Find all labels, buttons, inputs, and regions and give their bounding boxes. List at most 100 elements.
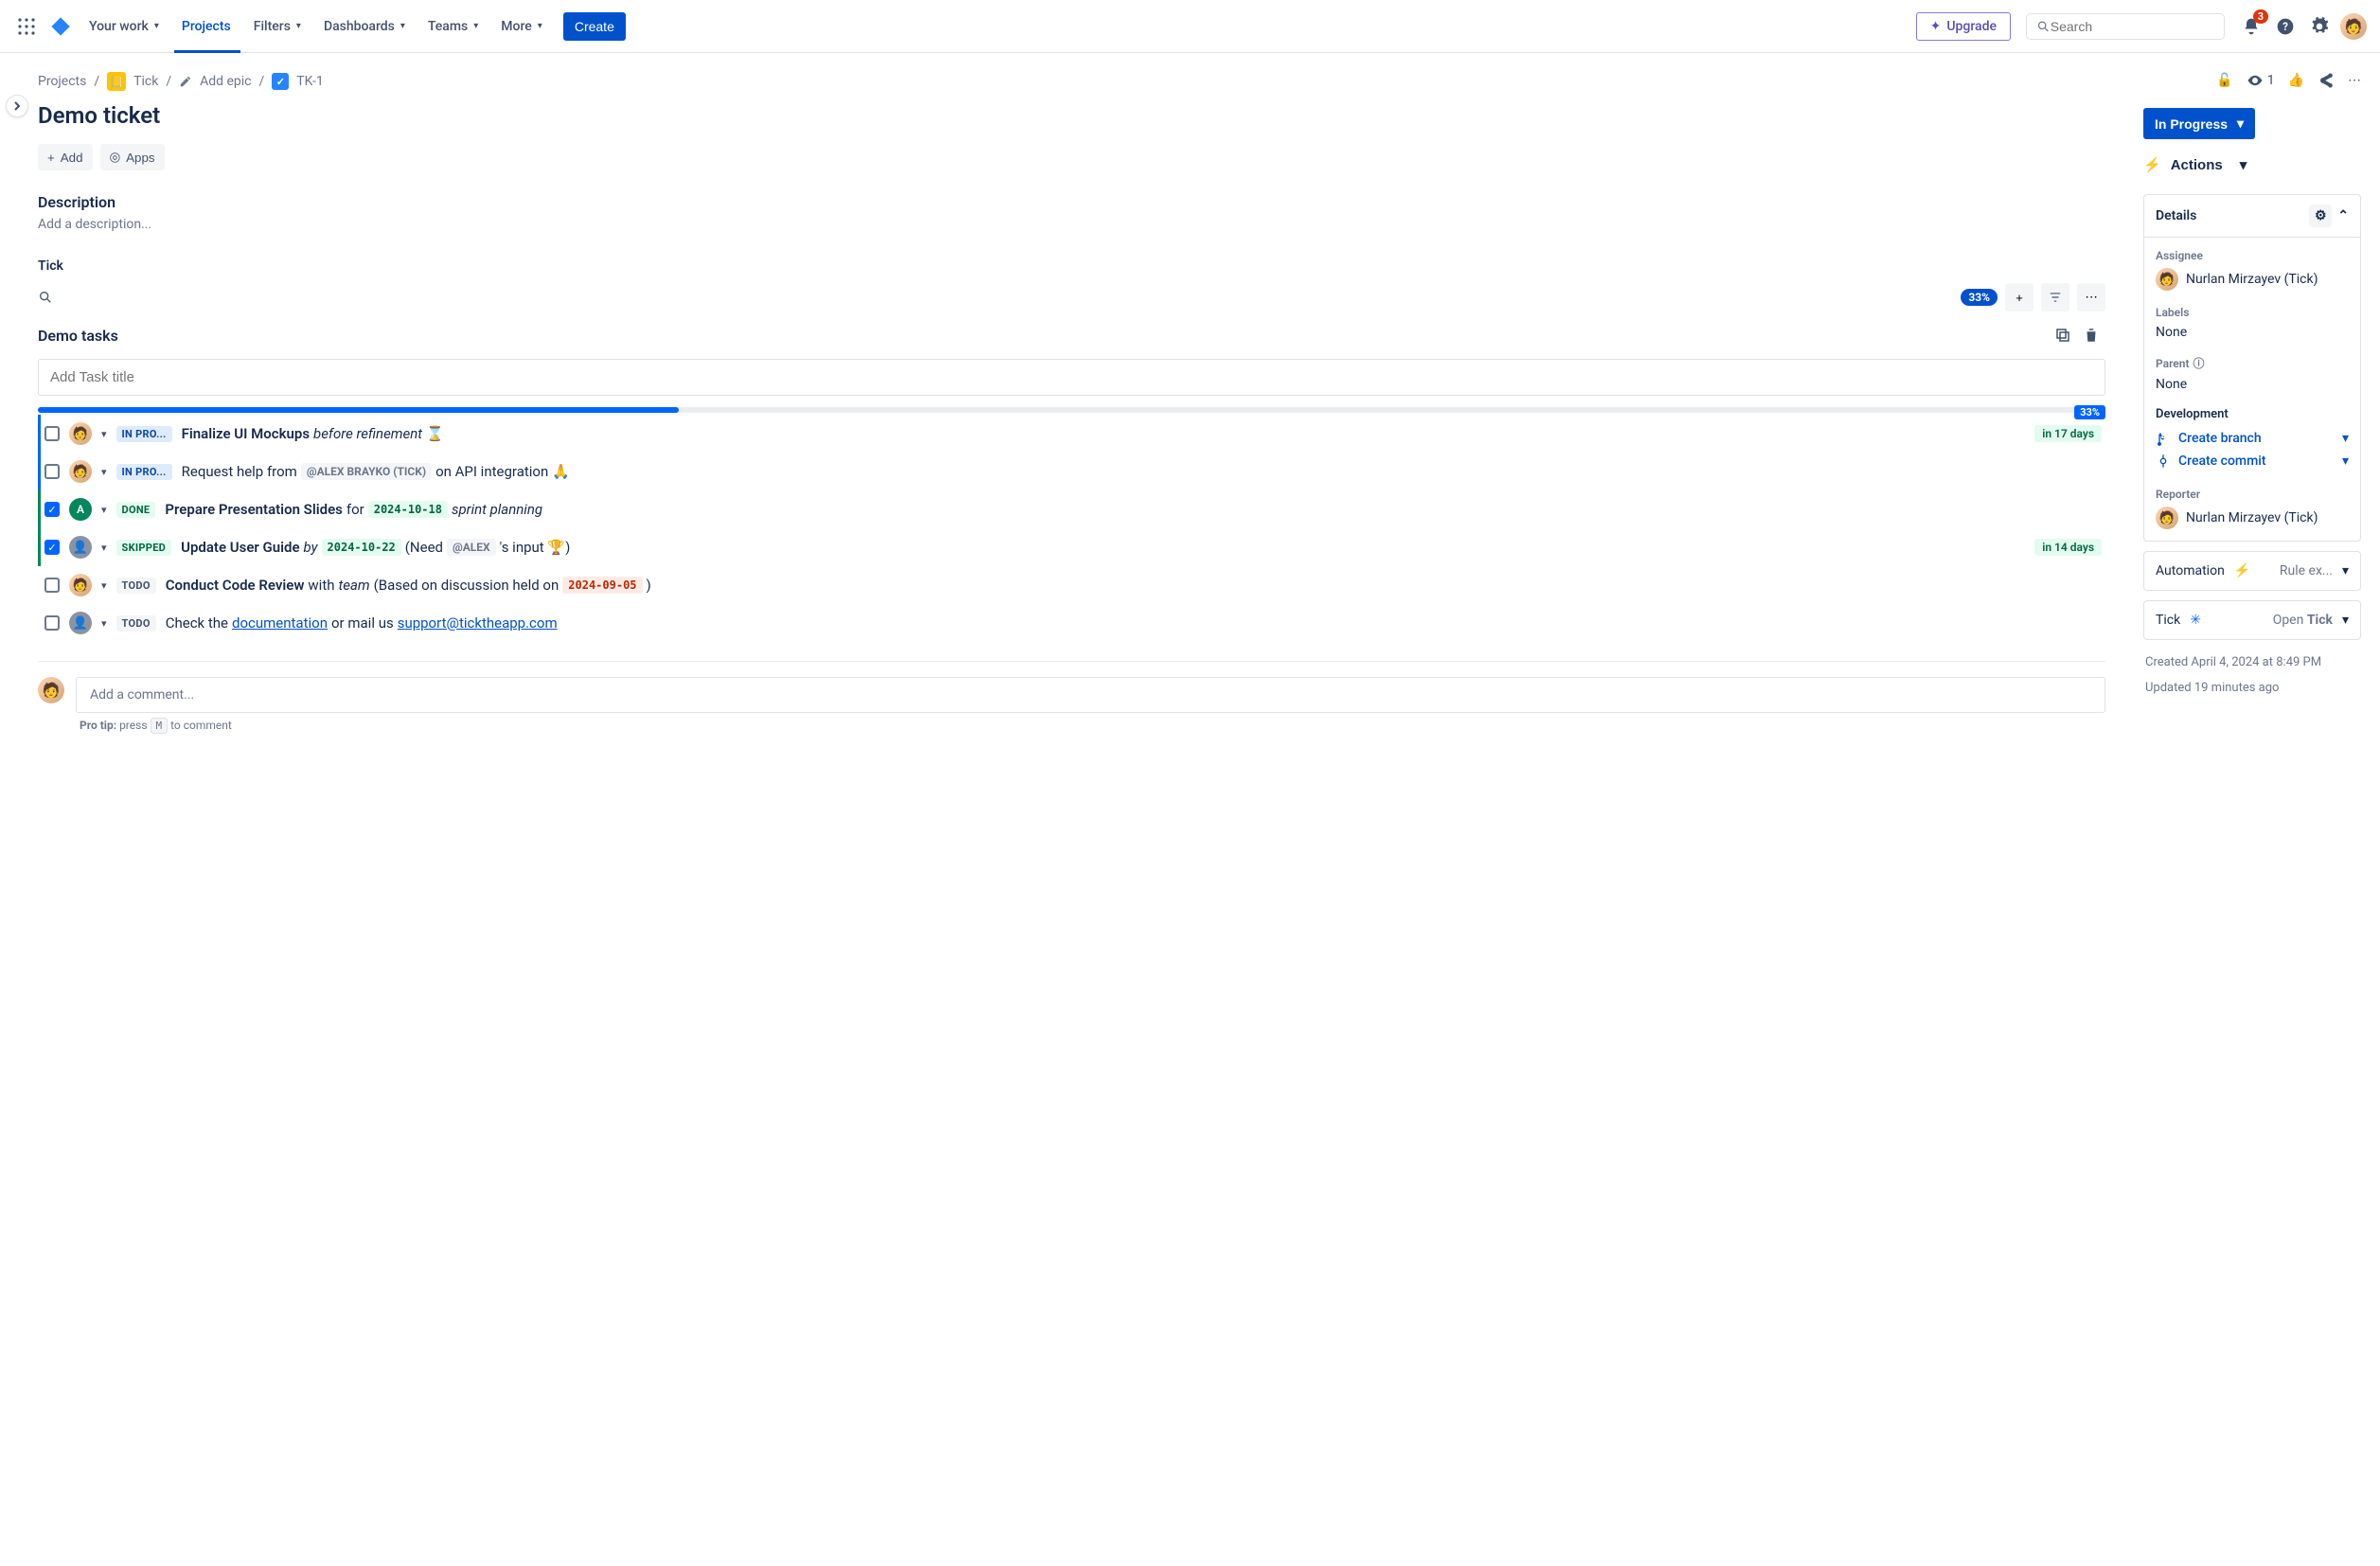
task-avatar[interactable]: 👤	[69, 536, 92, 559]
task-checkbox[interactable]	[44, 464, 60, 479]
task-row[interactable]: 👤 ▾ TODO Check the documentation or mail us…	[38, 604, 2105, 642]
task-row[interactable]: ✓ A ▾ DONE Prepare Presentation Slides for 2…	[38, 490, 2105, 528]
task-expand-icon[interactable]: ▾	[101, 428, 107, 440]
nav-more[interactable]: More	[491, 13, 552, 40]
task-status-tag[interactable]: SKIPPED	[116, 540, 172, 556]
task-row[interactable]: ✓ 👤 ▾ SKIPPED Update User Guide by 2024-10-2…	[38, 528, 2105, 566]
search-input-wrap[interactable]	[2026, 13, 2225, 40]
task-checkbox[interactable]	[44, 615, 60, 631]
create-commit-link[interactable]: Create commit▾	[2156, 450, 2349, 472]
more-tasks-icon[interactable]: ⋯	[2077, 283, 2105, 311]
nav-dashboards[interactable]: Dashboards	[314, 13, 415, 40]
search-tasks-icon[interactable]	[38, 290, 53, 305]
lock-open-icon[interactable]: 🔓	[2216, 73, 2232, 88]
automation-panel[interactable]: Automation ⚡ Rule ex... ▾	[2143, 551, 2361, 591]
task-row[interactable]: 🧑 ▾ TODO Conduct Code Review with team (Bas…	[38, 566, 2105, 604]
task-checkbox[interactable]: ✓	[44, 540, 60, 555]
task-row[interactable]: 🧑 ▾ IN PRO... Finalize UI Mockups before re…	[38, 415, 2105, 453]
assignee-value[interactable]: 🧑Nurlan Mirzayev (Tick)	[2156, 268, 2349, 291]
parent-value[interactable]: None	[2156, 377, 2349, 392]
comment-input[interactable]: Add a comment...	[76, 677, 2105, 713]
upgrade-label: Upgrade	[1946, 19, 1997, 34]
task-row[interactable]: 🧑 ▾ IN PRO... Request help from @ALEX BRAYK…	[38, 453, 2105, 490]
more-actions-icon[interactable]: ⋯	[2348, 73, 2361, 88]
task-avatar[interactable]: 🧑	[69, 422, 92, 445]
branch-icon	[2156, 431, 2171, 446]
chevron-up-icon[interactable]: ⌃	[2337, 208, 2349, 223]
breadcrumb-issue-key[interactable]: TK-1	[296, 74, 323, 89]
labels-value[interactable]: None	[2156, 325, 2349, 340]
task-avatar[interactable]: 🧑	[69, 574, 92, 596]
task-checkbox[interactable]: ✓	[44, 502, 60, 517]
chevron-down-icon: ▾	[2342, 431, 2349, 446]
status-label: In Progress	[2155, 116, 2228, 132]
breadcrumb-project[interactable]: Tick	[133, 74, 158, 89]
notifications-icon[interactable]: 3	[2236, 11, 2266, 42]
task-checkbox[interactable]	[44, 578, 60, 593]
task-checkbox[interactable]	[44, 426, 60, 441]
task-status-tag[interactable]: IN PRO...	[116, 464, 172, 480]
task-avatar[interactable]: 🧑	[69, 460, 92, 483]
section-tick: Tick	[38, 258, 2105, 274]
svg-text:?: ?	[2282, 20, 2288, 33]
configure-icon[interactable]: ⚙	[2309, 205, 2332, 227]
jira-logo-icon[interactable]	[45, 11, 76, 42]
delete-tasks-icon[interactable]	[2077, 321, 2105, 349]
issue-title[interactable]: Demo ticket	[38, 102, 2105, 129]
task-expand-icon[interactable]: ▾	[101, 617, 107, 630]
thumbs-up-icon[interactable]: 👍	[2288, 73, 2304, 88]
nav-teams[interactable]: Teams	[418, 13, 488, 40]
add-task-input[interactable]	[38, 359, 2105, 396]
upgrade-button[interactable]: ✦ Upgrade	[1916, 12, 2011, 41]
task-title[interactable]: Request help from @ALEX BRAYKO (TICK) on…	[182, 463, 570, 480]
reporter-value[interactable]: 🧑Nurlan Mirzayev (Tick)	[2156, 507, 2349, 529]
app-switcher-icon[interactable]	[11, 11, 42, 42]
task-status-tag[interactable]: TODO	[116, 578, 156, 594]
task-avatar[interactable]: A	[69, 498, 92, 521]
create-branch-link[interactable]: Create branch▾	[2156, 427, 2349, 450]
task-expand-icon[interactable]: ▾	[101, 504, 107, 516]
task-title[interactable]: Update User Guide by 2024-10-22 (Need @A…	[181, 539, 570, 556]
task-expand-icon[interactable]: ▾	[101, 542, 107, 554]
task-expand-icon[interactable]: ▾	[101, 579, 107, 592]
tick-panel[interactable]: Tick ✳ Open Tick ▾	[2143, 600, 2361, 640]
bolt-icon: ⚡	[2234, 563, 2250, 578]
pencil-icon	[179, 75, 192, 88]
breadcrumb-projects[interactable]: Projects	[38, 74, 86, 89]
create-button[interactable]: Create	[563, 12, 626, 41]
task-status-tag[interactable]: DONE	[116, 502, 156, 518]
task-expand-icon[interactable]: ▾	[101, 466, 107, 478]
task-status-tag[interactable]: IN PRO...	[116, 426, 172, 442]
watchers[interactable]: 1	[2247, 72, 2275, 89]
add-task-icon[interactable]: +	[2005, 283, 2034, 311]
task-avatar[interactable]: 👤	[69, 612, 92, 634]
breadcrumb-add-epic[interactable]: Add epic	[200, 74, 251, 89]
task-title[interactable]: Conduct Code Review with team (Based on …	[166, 577, 651, 594]
status-dropdown[interactable]: In Progress ▾	[2143, 108, 2255, 139]
description-placeholder[interactable]: Add a description...	[38, 217, 2105, 232]
help-icon[interactable]: ?	[2270, 11, 2300, 42]
nav-projects[interactable]: Projects	[172, 13, 240, 40]
task-title[interactable]: Check the documentation or mail us suppo…	[166, 614, 558, 632]
profile-avatar[interactable]: 🧑	[2338, 11, 2369, 42]
filter-icon[interactable]	[2041, 283, 2069, 311]
add-button[interactable]: +Add	[38, 144, 93, 170]
protip-rest: to comment	[170, 719, 232, 732]
task-status-tag[interactable]: TODO	[116, 615, 156, 632]
apps-button[interactable]: ◎Apps	[100, 144, 165, 170]
settings-icon[interactable]	[2304, 11, 2335, 42]
nav-filters[interactable]: Filters	[244, 13, 311, 40]
sidebar-expand-icon[interactable]	[6, 95, 28, 117]
comment-protip: Pro tip: press M to comment	[80, 719, 2105, 732]
parent-label: Parentⓘ	[2156, 355, 2349, 371]
task-title[interactable]: Finalize UI Mockups before refinement ⌛	[182, 425, 444, 442]
actions-dropdown[interactable]: ⚡ Actions ▾	[2143, 151, 2247, 179]
nav-your-work[interactable]: Your work	[80, 13, 169, 40]
progress-label: 33%	[2074, 405, 2105, 419]
task-title[interactable]: Prepare Presentation Slides for 2024-10-…	[165, 501, 542, 518]
copy-tasks-icon[interactable]	[2049, 321, 2077, 349]
plus-icon: +	[47, 151, 55, 165]
search-input[interactable]	[2051, 19, 2214, 34]
share-icon[interactable]	[2318, 72, 2335, 89]
info-icon[interactable]: ⓘ	[2193, 355, 2204, 371]
